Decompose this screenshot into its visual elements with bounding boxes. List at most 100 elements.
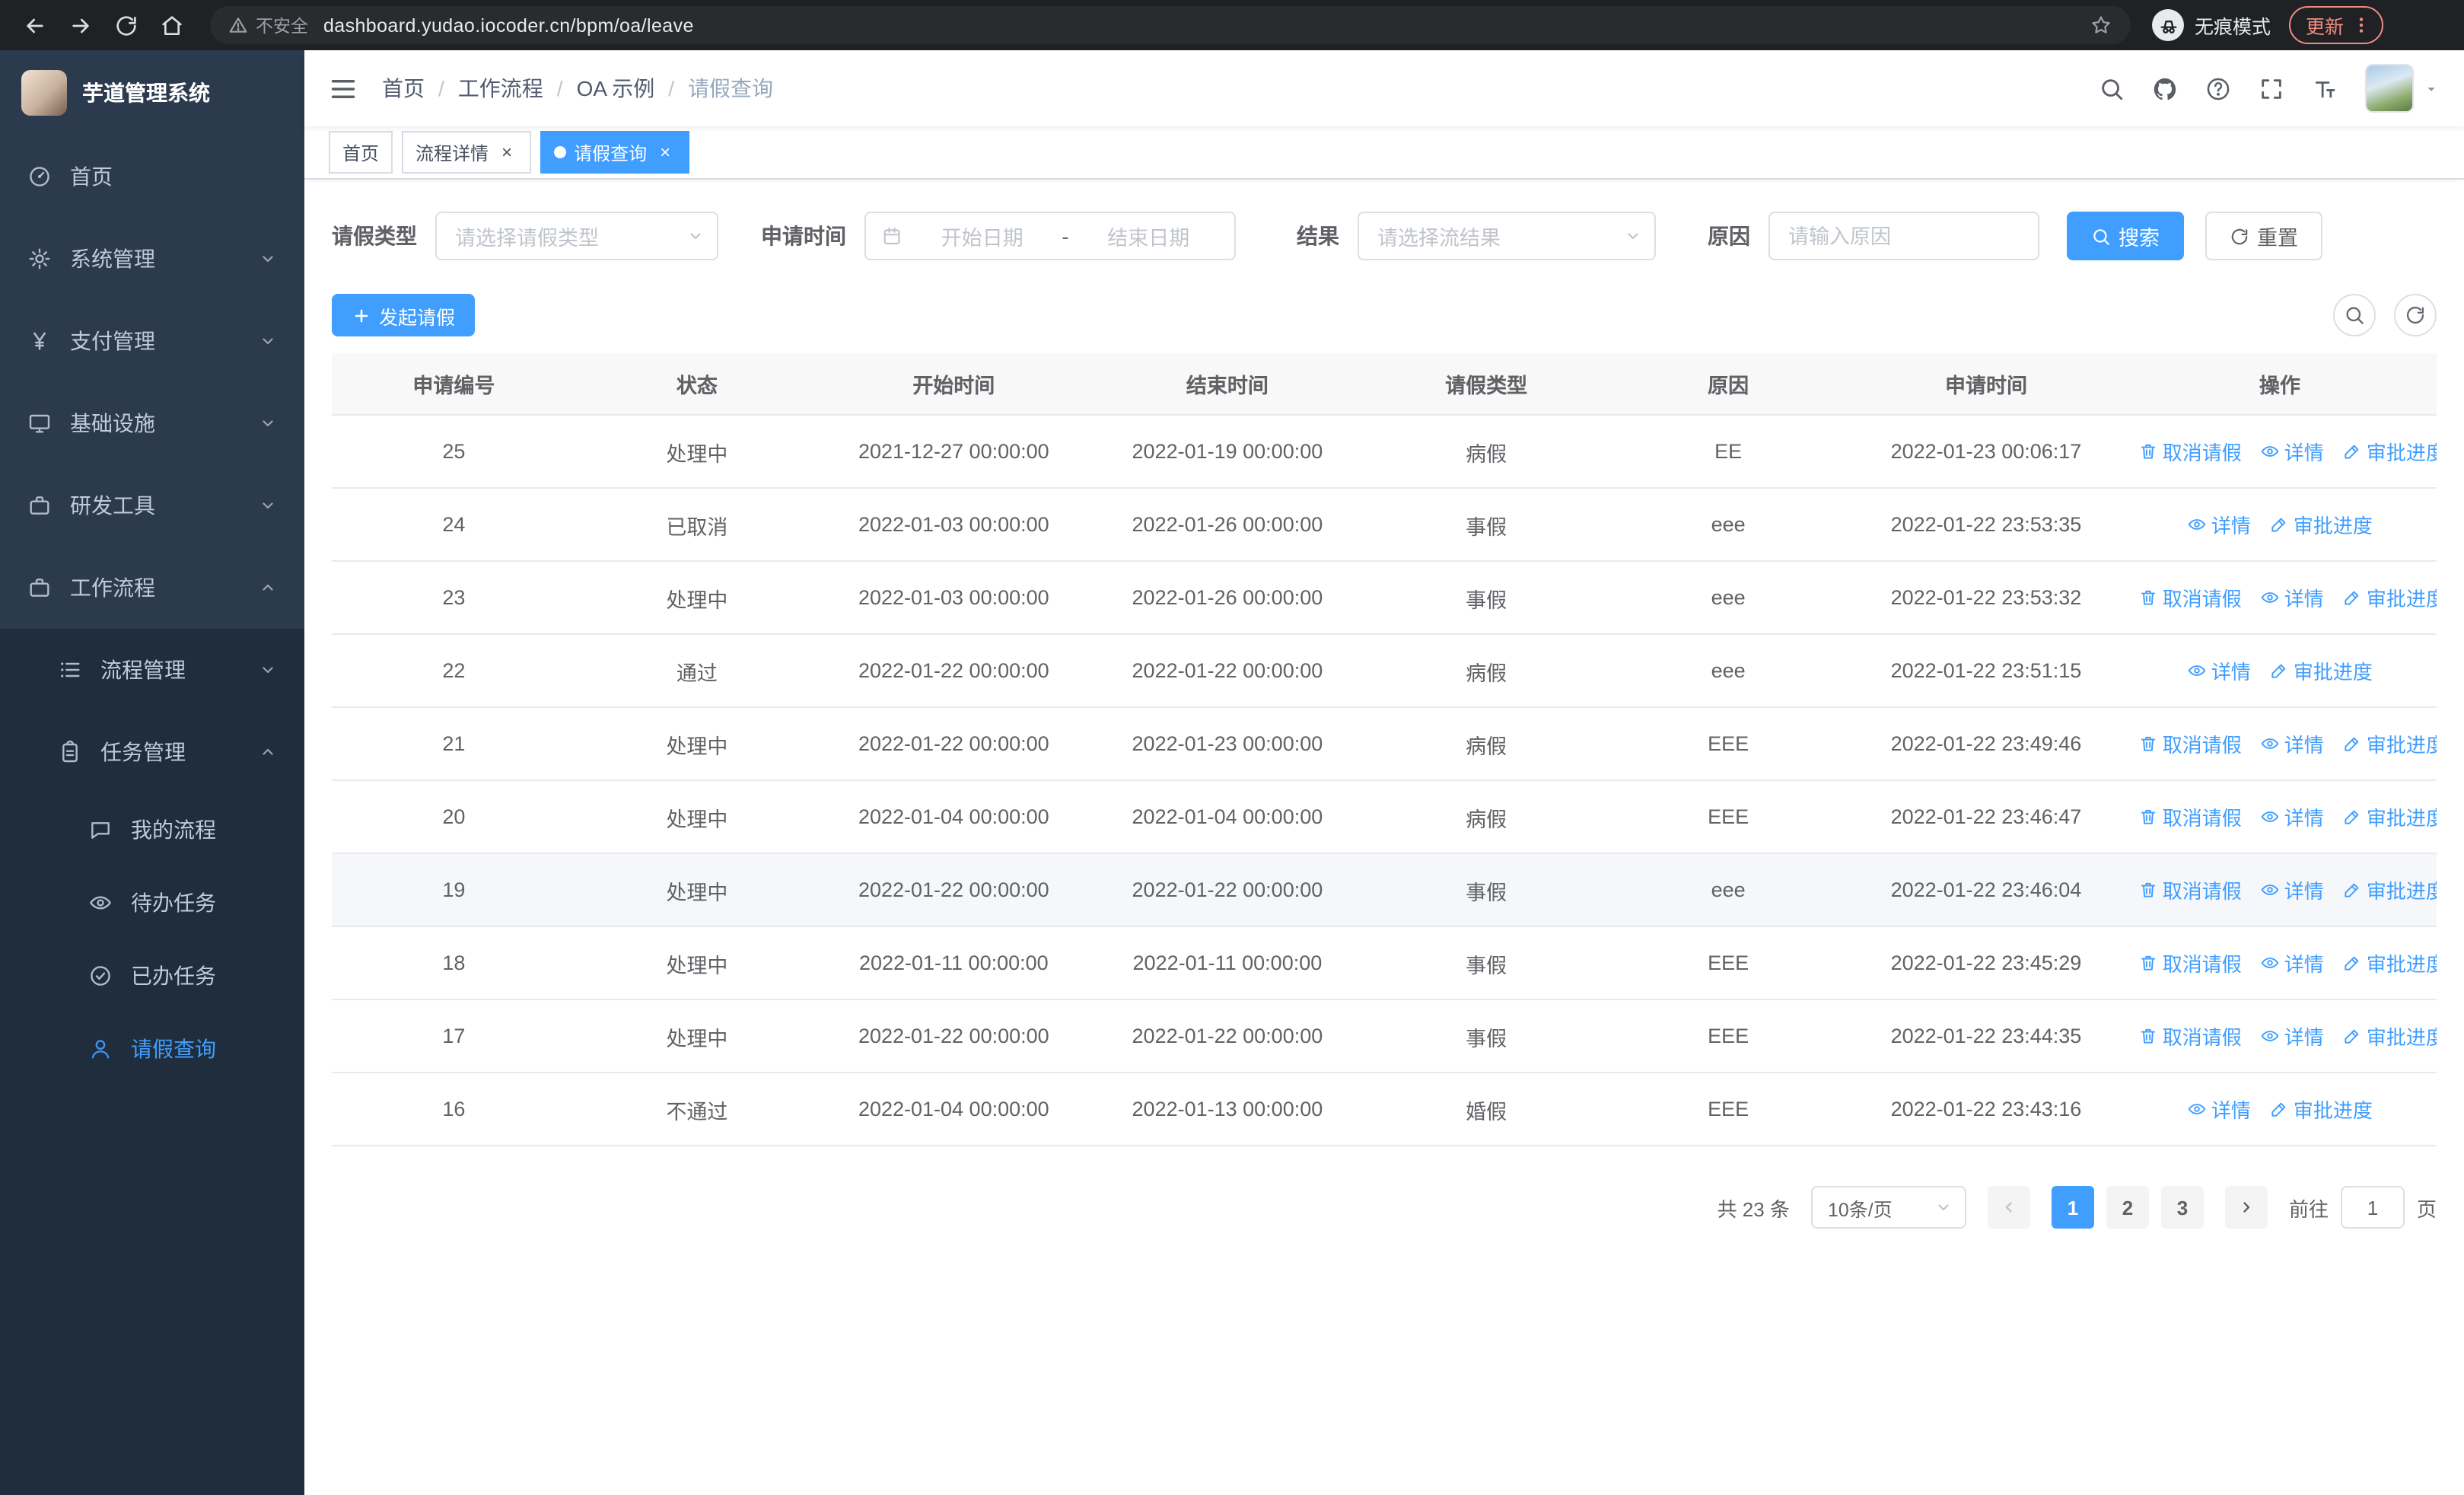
cancel-leave-link[interactable]: 取消请假 (2138, 583, 2242, 612)
detail-link[interactable]: 详情 (2260, 875, 2324, 904)
next-page-button[interactable] (2224, 1186, 2268, 1229)
cell-status: 处理中 (575, 853, 818, 927)
reason-input[interactable] (1768, 212, 2039, 260)
table-column-header: 开始时间 (817, 353, 1090, 416)
browser-menu-dots-icon[interactable] (2351, 15, 2371, 35)
breadcrumb-item[interactable]: 工作流程 (458, 73, 543, 104)
breadcrumb-item[interactable]: 请假查询 (688, 73, 773, 104)
breadcrumb-separator: / (438, 76, 444, 100)
font-size-icon[interactable] (2312, 75, 2338, 101)
detail-link[interactable]: 详情 (2260, 583, 2324, 612)
reset-button[interactable]: 重置 (2205, 212, 2322, 260)
page-number-list: 123 (2051, 1186, 2204, 1229)
detail-link[interactable]: 详情 (2260, 802, 2324, 831)
sidebar-item-my-process[interactable]: 我的流程 (0, 793, 304, 866)
detail-link[interactable]: 详情 (2260, 948, 2324, 977)
security-warning[interactable]: 不安全 (228, 13, 308, 37)
browser-update-button[interactable]: 更新 (2289, 6, 2384, 44)
cell-id: 24 (332, 488, 576, 562)
approval-progress-link[interactable]: 审批进度 (2342, 1022, 2437, 1050)
browser-home-button[interactable] (152, 5, 192, 45)
tab-home[interactable]: 首页 (329, 131, 393, 174)
goto-page-input[interactable] (2340, 1186, 2405, 1229)
breadcrumb-item[interactable]: 首页 (382, 73, 425, 104)
tab-leave-query[interactable]: 请假查询 × (540, 131, 690, 174)
browser-chrome: 不安全 dashboard.yudao.iocoder.cn/bpm/oa/le… (0, 0, 2464, 50)
approval-progress-link[interactable]: 审批进度 (2342, 583, 2437, 612)
chevron-up-icon (259, 743, 277, 761)
browser-reload-button[interactable] (107, 5, 146, 45)
leave-type-select[interactable]: 请选择请假类型 (435, 212, 718, 260)
page-button-3[interactable]: 3 (2160, 1186, 2204, 1229)
page-button-2[interactable]: 2 (2106, 1186, 2149, 1229)
breadcrumb-item[interactable]: OA 示例 (577, 73, 655, 104)
cancel-leave-link[interactable]: 取消请假 (2138, 437, 2242, 466)
user-menu[interactable] (2365, 64, 2440, 113)
detail-link[interactable]: 详情 (2260, 437, 2324, 466)
refresh-table-button[interactable] (2394, 294, 2437, 336)
cell-actions: 取消请假 详情 审批进度 (2122, 999, 2437, 1073)
tab-close-icon[interactable]: × (654, 142, 676, 163)
prev-page-button[interactable] (1987, 1186, 2030, 1229)
approval-progress-link[interactable]: 审批进度 (2269, 1095, 2373, 1124)
detail-link[interactable]: 详情 (2187, 656, 2251, 685)
table-row: 21 处理中 2022-01-22 00:00:00 2022-01-23 00:00… (332, 707, 2437, 781)
tab-label: 请假查询 (574, 142, 648, 164)
detail-link[interactable]: 详情 (2187, 1095, 2251, 1124)
sidebar-item-dev-tools[interactable]: 研发工具 (0, 464, 304, 547)
cancel-leave-link[interactable]: 取消请假 (2138, 1022, 2242, 1050)
tab-process-detail[interactable]: 流程详情 × (402, 131, 532, 174)
detail-link[interactable]: 详情 (2187, 510, 2251, 539)
sidebar-item-task-management[interactable]: 任务管理 (0, 711, 304, 793)
page-size-select[interactable]: 10条/页 (1810, 1186, 1966, 1229)
table-column-header: 请假类型 (1365, 353, 1608, 416)
avatar (2365, 64, 2414, 113)
approval-progress-link[interactable]: 审批进度 (2342, 729, 2437, 758)
eye-icon (2260, 807, 2280, 827)
cancel-leave-link[interactable]: 取消请假 (2138, 948, 2242, 977)
approval-progress-link[interactable]: 审批进度 (2342, 875, 2437, 904)
cancel-leave-link[interactable]: 取消请假 (2138, 875, 2242, 904)
approval-progress-link[interactable]: 审批进度 (2269, 656, 2373, 685)
fullscreen-icon[interactable] (2259, 75, 2284, 101)
sidebar-item-leave-query[interactable]: 请假查询 (0, 1012, 304, 1085)
cell-apply-time: 2022-01-22 23:53:32 (1849, 561, 2123, 635)
github-icon[interactable] (2152, 75, 2178, 101)
cell-id: 16 (332, 1073, 576, 1146)
sidebar-item-process-management[interactable]: 流程管理 (0, 629, 304, 711)
help-icon[interactable] (2205, 75, 2231, 101)
sidebar-item-todo-tasks[interactable]: 待办任务 (0, 866, 304, 939)
approval-progress-link[interactable]: 审批进度 (2342, 437, 2437, 466)
cancel-leave-link[interactable]: 取消请假 (2138, 802, 2242, 831)
trash-icon (2138, 588, 2158, 607)
app-logo-row[interactable]: 芋道管理系统 (0, 50, 304, 135)
toggle-search-button[interactable] (2333, 294, 2376, 336)
result-select[interactable]: 请选择流结果 (1358, 212, 1656, 260)
sidebar-item-done-tasks[interactable]: 已办任务 (0, 939, 304, 1012)
search-icon[interactable] (2099, 75, 2125, 101)
address-bar[interactable]: 不安全 dashboard.yudao.iocoder.cn/bpm/oa/le… (210, 6, 2131, 44)
action-label: 审批进度 (2366, 807, 2437, 830)
approval-progress-link[interactable]: 审批进度 (2342, 948, 2437, 977)
browser-back-button[interactable] (15, 5, 55, 45)
cell-status: 处理中 (575, 999, 818, 1073)
sidebar-item-infrastructure[interactable]: 基础设施 (0, 382, 304, 464)
sidebar-item-home[interactable]: 首页 (0, 135, 304, 218)
bookmark-star-icon[interactable] (2090, 14, 2112, 37)
cancel-leave-link[interactable]: 取消请假 (2138, 729, 2242, 758)
search-button[interactable]: 搜索 (2067, 212, 2184, 260)
sidebar-item-system-management[interactable]: 系统管理 (0, 218, 304, 300)
create-leave-button[interactable]: 发起请假 (332, 294, 476, 336)
browser-forward-button[interactable] (61, 5, 100, 45)
page-button-1[interactable]: 1 (2051, 1186, 2094, 1229)
cell-reason: EEE (1607, 780, 1850, 854)
detail-link[interactable]: 详情 (2260, 1022, 2324, 1050)
sidebar-item-workflow[interactable]: 工作流程 (0, 547, 304, 629)
detail-link[interactable]: 详情 (2260, 729, 2324, 758)
approval-progress-link[interactable]: 审批进度 (2269, 510, 2373, 539)
sidebar-item-payment-management[interactable]: 支付管理 (0, 300, 304, 382)
apply-time-range-picker[interactable]: 开始日期 - 结束日期 (864, 212, 1236, 260)
tab-close-icon[interactable]: × (496, 142, 517, 163)
sidebar-collapse-icon[interactable] (329, 74, 358, 103)
approval-progress-link[interactable]: 审批进度 (2342, 802, 2437, 831)
